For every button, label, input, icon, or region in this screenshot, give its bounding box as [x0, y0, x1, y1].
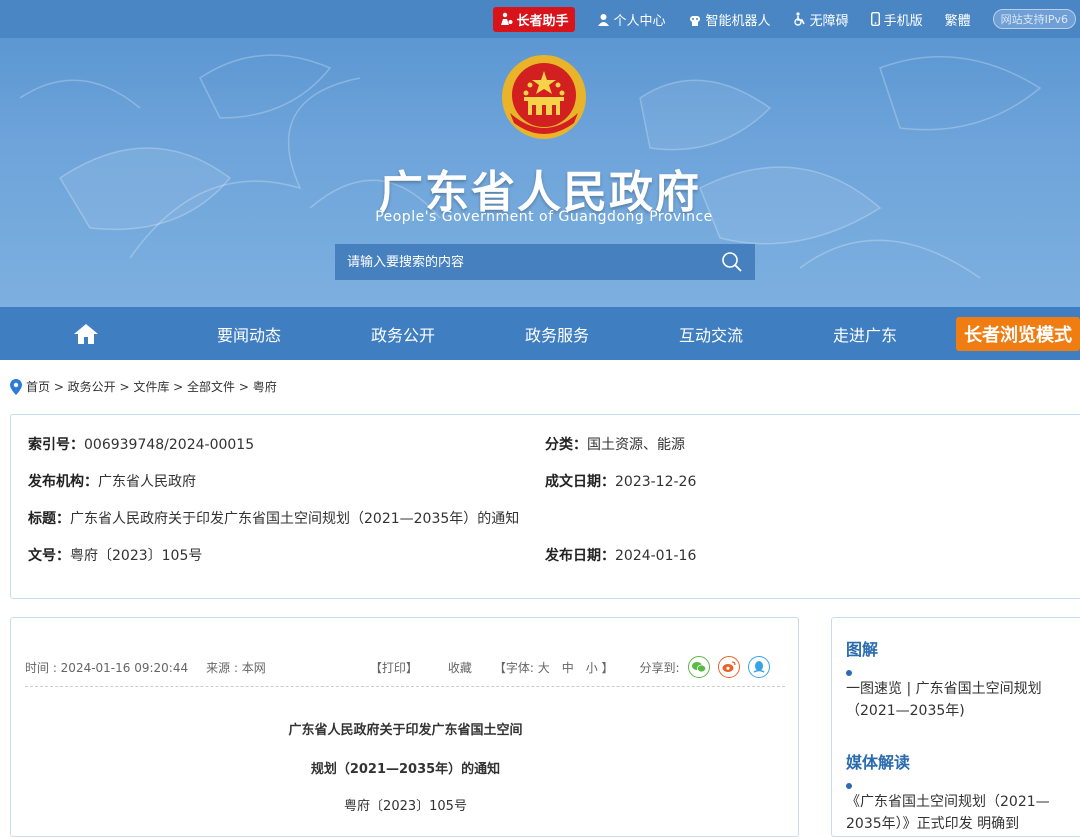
issuer: 发布机构：广东省人民政府 [28, 474, 196, 490]
elder-assistant-label: 长者助手 [516, 13, 569, 29]
article-meta: 时间 : 2024-01-16 09:20:44 来源 : 本网 【打印】 收藏… [25, 656, 784, 678]
doc-number: 文号：粤府〔2023〕105号 [28, 548, 203, 564]
search-icon[interactable] [721, 251, 743, 273]
written-date: 成文日期：2023-12-26 [545, 474, 697, 490]
published-date: 发布日期：2024-01-16 [545, 548, 697, 564]
nav-item-gov-services[interactable]: 政务服务 [480, 322, 634, 346]
favorite-button[interactable]: 收藏 [448, 659, 472, 676]
mobile-icon [870, 12, 880, 26]
traditional-chinese-link[interactable]: 繁體 [945, 10, 971, 29]
location-pin-icon [10, 378, 22, 395]
robot-label: 智能机器人 [705, 13, 771, 29]
nav-home[interactable] [0, 323, 172, 345]
search-box [335, 244, 755, 280]
bullet-icon [846, 783, 852, 789]
qq-share-icon[interactable] [747, 656, 770, 678]
wheelchair-icon [793, 12, 805, 26]
section-infographic-title: 图解 [846, 640, 879, 659]
robot-icon [689, 15, 700, 26]
search-input[interactable] [347, 254, 707, 270]
meta-divider [25, 686, 785, 687]
personal-center-label: 个人中心 [613, 13, 666, 29]
robot-link[interactable]: 智能机器人 [688, 10, 771, 29]
ipv6-badge: 网站支持IPv6 [992, 9, 1076, 29]
breadcrumb-text[interactable]: 首页 > 政务公开 > 文件库 > 全部文件 > 粤府 [26, 378, 277, 395]
breadcrumb: 首页 > 政务公开 > 文件库 > 全部文件 > 粤府 [10, 378, 277, 395]
document-info-box: 索引号：006939748/2024-00015 分类：国土资源、能源 发布机构… [10, 414, 1080, 599]
nav-item-news[interactable]: 要闻动态 [172, 322, 326, 346]
section-media-title: 媒体解读 [846, 753, 911, 772]
weibo-share-icon[interactable] [717, 656, 740, 678]
elder-mode-button[interactable]: 长者浏览模式 [956, 317, 1080, 351]
nav-item-interaction[interactable]: 互动交流 [634, 322, 788, 346]
main-nav: 要闻动态 政务公开 政务服务 互动交流 走进广东 长者浏览模式 [0, 307, 1080, 360]
wechat-share-icon[interactable] [687, 656, 710, 678]
mobile-link[interactable]: 手机版 [870, 10, 923, 29]
user-icon [597, 13, 609, 26]
doc-title: 标题：广东省人民政府关于印发广东省国土空间规划（2021—2035年）的通知 [28, 511, 520, 527]
print-button[interactable]: 【打印】 [370, 659, 418, 676]
bullet-icon [846, 670, 852, 676]
media-link[interactable]: 《广东省国土空间规划（2021—2035年）》正式印发 明确到 [846, 791, 1071, 835]
site-subtitle: People's Government of Guangdong Provinc… [375, 209, 713, 225]
nav-item-gov-affairs[interactable]: 政务公开 [326, 322, 480, 346]
elder-icon [500, 12, 513, 25]
article-title-line1: 广东省人民政府关于印发广东省国土空间 [288, 723, 523, 738]
accessibility-link[interactable]: 无障碍 [793, 10, 849, 29]
home-icon [74, 323, 98, 344]
infographic-link[interactable]: 一图速览 | 广东省国土空间规划（2021—2035年) [846, 678, 1071, 722]
article-title-line2: 规划（2021—2035年）的通知 [310, 762, 501, 777]
article-doc-number: 粤府〔2023〕105号 [344, 799, 467, 814]
nav-item-about-guangdong[interactable]: 走进广东 [788, 322, 942, 346]
elder-assistant-button[interactable]: 长者助手 [492, 6, 575, 32]
traditional-label: 繁體 [944, 13, 971, 29]
publish-time: 时间 : 2024-01-16 09:20:44 [25, 660, 189, 675]
mobile-label: 手机版 [883, 13, 923, 29]
share-label: 分享到: [639, 660, 680, 675]
accessibility-label: 无障碍 [809, 13, 849, 29]
personal-center-link[interactable]: 个人中心 [597, 10, 666, 29]
top-bar: 长者助手 个人中心 智能机器人 无障碍 手机版 繁體 网站支持IPv6 [0, 0, 1080, 38]
index-number: 索引号：006939748/2024-00015 [28, 437, 255, 453]
national-emblem-icon [502, 55, 586, 139]
header-banner: 广东省人民政府 People's Government of Guangdong… [0, 38, 1080, 307]
category: 分类：国土资源、能源 [545, 437, 685, 453]
source: 来源 : 本网 [206, 660, 266, 675]
related-sidebar: 图解 一图速览 | 广东省国土空间规划（2021—2035年) 媒体解读 《广东… [831, 617, 1080, 837]
font-size-selector[interactable]: 【字体: 大 中 小 】 [494, 659, 614, 676]
article-panel: 时间 : 2024-01-16 09:20:44 来源 : 本网 【打印】 收藏… [10, 617, 799, 837]
